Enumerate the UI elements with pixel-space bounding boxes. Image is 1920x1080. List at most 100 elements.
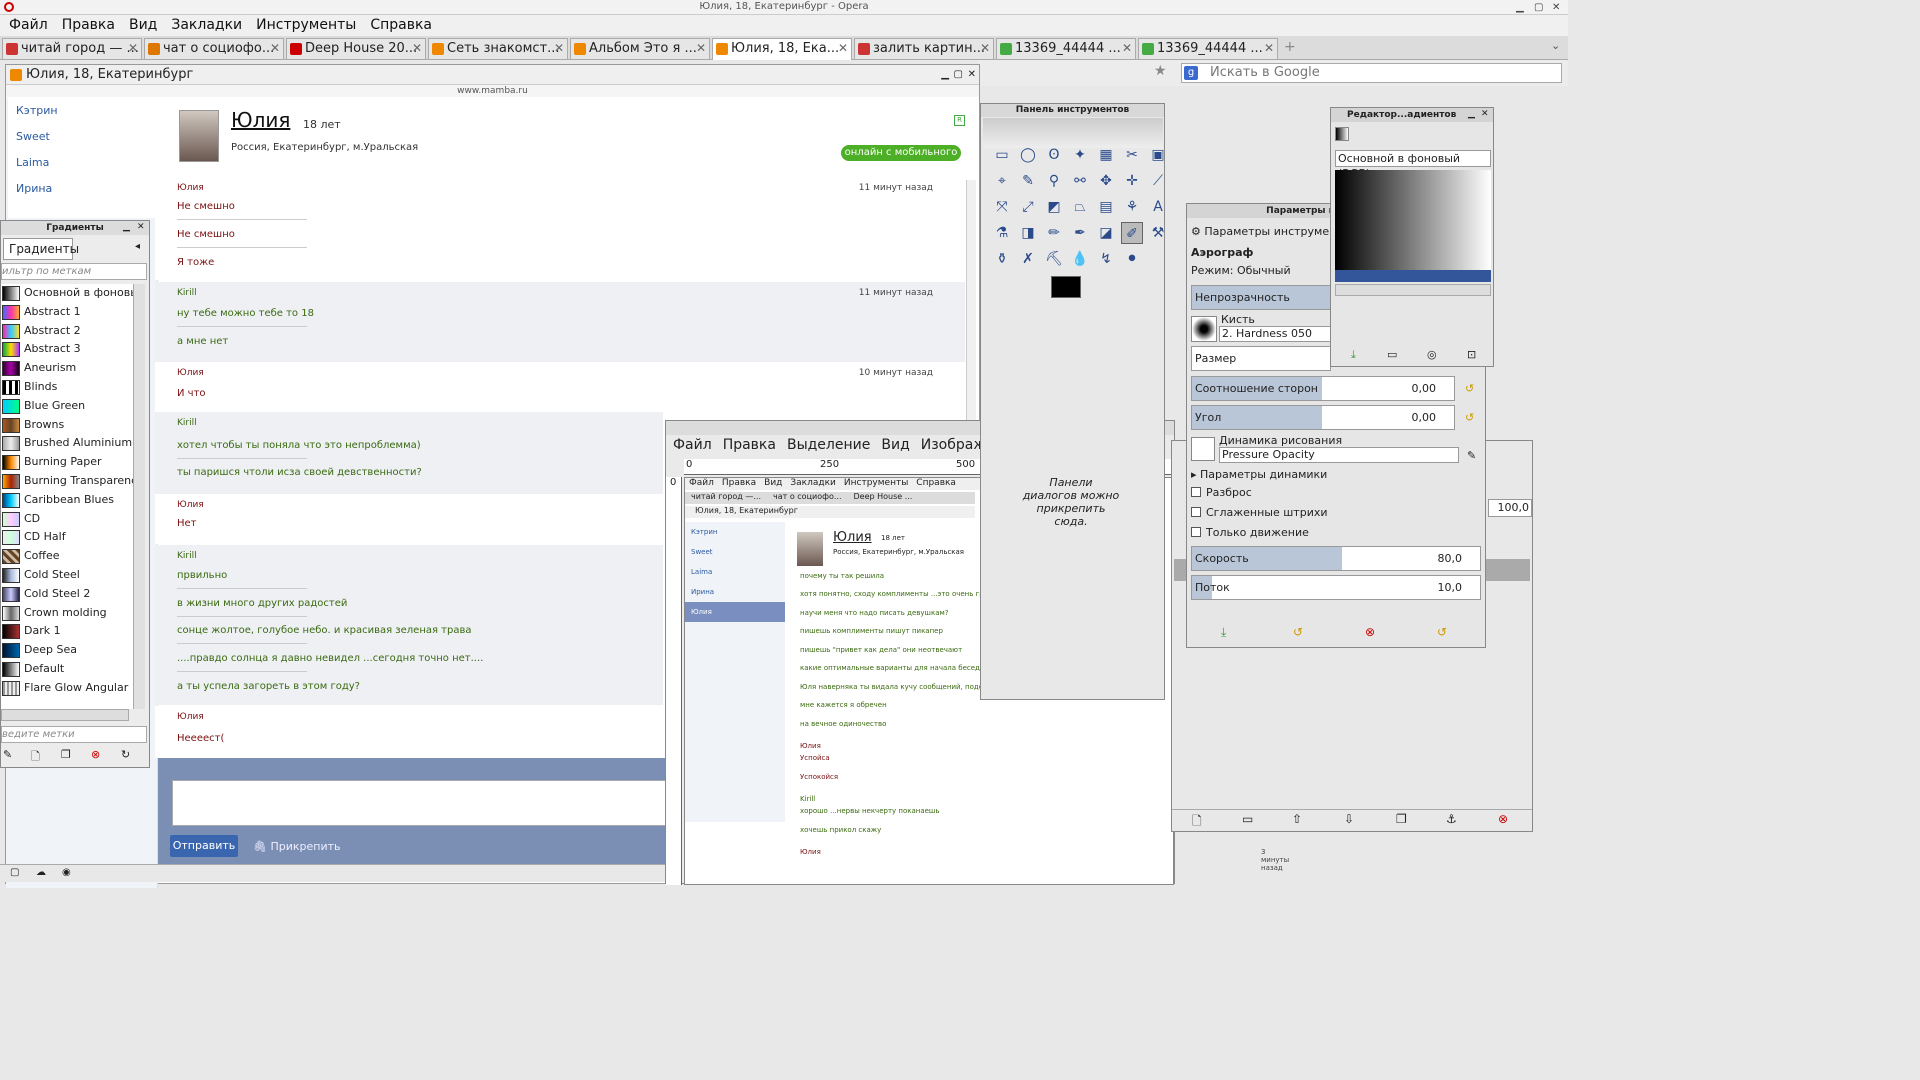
angle-slider[interactable]: Угол 0,00	[1191, 405, 1455, 430]
lower-icon[interactable]: ⇩	[1344, 812, 1354, 826]
menu-view[interactable]: Вид	[120, 15, 162, 33]
message-author[interactable]: Юлия	[177, 712, 204, 722]
gradient-name-input[interactable]: Основной в фоновый (RGB)	[1335, 150, 1491, 180]
color-select-icon[interactable]: ▦	[1095, 144, 1117, 166]
maximize-icon[interactable]: ▢	[1534, 1, 1543, 15]
gradient-item[interactable]: Flare Glow Angular 1	[1, 679, 133, 698]
tab-5[interactable]: Юлия, 18, Ека... ✕	[712, 38, 852, 60]
fuzzy-select-icon[interactable]: ✦	[1069, 144, 1091, 166]
gradient-item[interactable]: Dark 1	[1, 622, 133, 641]
tab-3[interactable]: Сеть знакомст... ✕	[428, 38, 568, 59]
smudge-icon[interactable]: ↯	[1095, 248, 1117, 270]
perspective-clone-icon[interactable]: ⛏	[1043, 248, 1065, 270]
speed-dial-icon[interactable]: ◉	[62, 867, 71, 878]
menu-edit[interactable]: Правка	[53, 15, 120, 33]
tab-8[interactable]: 13369_44444 ... ✕	[1138, 38, 1278, 59]
tab-close-icon[interactable]: ✕	[980, 39, 990, 58]
message-author[interactable]: Kirill	[177, 418, 197, 428]
avatar[interactable]	[179, 110, 219, 162]
panel-icon[interactable]: ▢	[10, 867, 19, 878]
duplicate-icon[interactable]: ❐	[61, 748, 71, 761]
message-author[interactable]: Kirill	[177, 288, 197, 298]
dodge-icon[interactable]: ⚫	[1121, 248, 1143, 270]
tag-filter-input[interactable]: ильтр по меткам	[1, 263, 147, 280]
tab-close-icon[interactable]: ✕	[1264, 39, 1274, 58]
dynamics-icon[interactable]	[1191, 437, 1215, 461]
anchor-icon[interactable]: ⚓	[1446, 812, 1457, 826]
mode-select[interactable]: Обычный	[1237, 264, 1291, 277]
tab-close-icon[interactable]: ✕	[1122, 39, 1132, 58]
tab-6[interactable]: залить картин... ✕	[854, 38, 994, 59]
flow-slider[interactable]: Поток 10,0	[1191, 575, 1481, 600]
checkbox[interactable]	[1191, 507, 1201, 517]
paths-icon[interactable]: ⌖	[991, 170, 1013, 192]
airbrush-icon[interactable]: ✐	[1121, 222, 1143, 244]
gradient-item[interactable]: Abstract 3	[1, 340, 133, 359]
zoom-icon[interactable]: ⚲	[1043, 170, 1065, 192]
gradient-item[interactable]: Coffee	[1, 547, 133, 566]
raise-icon[interactable]: ⇧	[1292, 812, 1302, 826]
pencil-icon[interactable]: ✏	[1043, 222, 1065, 244]
scissors-icon[interactable]: ✂	[1121, 144, 1143, 166]
motion-checkbox[interactable]: Только движение	[1191, 521, 1481, 545]
new-tab-icon[interactable]: +	[1284, 39, 1296, 55]
gradient-item[interactable]: Cold Steel 2	[1, 585, 133, 604]
aspect-ratio-slider[interactable]: Соотношение сторон 0,00	[1191, 376, 1455, 401]
message-author[interactable]: Kirill	[177, 551, 197, 561]
message-author[interactable]: Юлия	[177, 500, 204, 510]
gradient-item[interactable]: Cold Steel	[1, 566, 133, 585]
new-icon[interactable]: 🗋	[31, 748, 40, 767]
zoom-out-icon[interactable]: ⤓	[1351, 348, 1356, 362]
close-icon[interactable]: ✕	[1481, 109, 1489, 119]
duplicate-icon[interactable]: ❐	[1396, 812, 1407, 826]
checkbox[interactable]	[1191, 487, 1201, 497]
minimize-icon[interactable]: ▁	[1468, 109, 1475, 119]
restore-options-icon[interactable]: ↺	[1293, 625, 1303, 639]
dynamics-name[interactable]: Pressure Opacity	[1219, 447, 1459, 463]
opacity-value[interactable]: 100,0	[1488, 499, 1532, 517]
menu-bookmarks[interactable]: Закладки	[162, 15, 247, 33]
checkbox[interactable]	[1191, 527, 1201, 537]
message-author[interactable]: Юлия	[177, 368, 204, 378]
foreground-select-icon[interactable]: ▣	[1147, 144, 1169, 166]
gradient-item[interactable]: Blue Green	[1, 397, 133, 416]
scale-icon[interactable]: ⤢	[1017, 196, 1039, 218]
gradient-item[interactable]: Aneurism	[1, 359, 133, 378]
reset-icon[interactable]: ↺	[1465, 411, 1474, 424]
zoom-icon[interactable]: ▭	[1387, 348, 1397, 361]
tag-input[interactable]: ведите метки	[1, 726, 147, 743]
cage-icon[interactable]: ⚘	[1121, 196, 1143, 218]
gradient-item[interactable]: Deep Sea	[1, 641, 133, 660]
gradient-list-scrollbar[interactable]	[133, 284, 145, 709]
delete-icon[interactable]: ⊗	[1498, 812, 1508, 826]
gradient-item[interactable]: Caribbean Blues	[1, 491, 133, 510]
tab-close-icon[interactable]: ✕	[270, 39, 280, 58]
contact-item[interactable]: Кэтрин	[8, 98, 158, 124]
ink-icon[interactable]: ⚒	[1147, 222, 1169, 244]
tab-close-icon[interactable]: ✕	[696, 39, 706, 58]
perspective-icon[interactable]: ⏢	[1069, 196, 1091, 218]
reset-options-icon[interactable]: ↺	[1437, 625, 1447, 639]
minimize-icon[interactable]: ▁	[941, 65, 949, 85]
tab-close-icon[interactable]: ✕	[128, 39, 138, 58]
gradient-scrollbar[interactable]	[1335, 284, 1491, 296]
blur-icon[interactable]: 💧	[1069, 248, 1091, 270]
edit-icon[interactable]: ✎	[3, 748, 12, 761]
search-input[interactable]: Искать в Google	[1181, 63, 1562, 83]
tab-2[interactable]: Deep House 20... ✕	[286, 38, 426, 59]
save-options-icon[interactable]: ⤓	[1221, 625, 1226, 640]
gradient-stops-bar[interactable]	[1335, 270, 1491, 282]
close-icon[interactable]: ✕	[137, 222, 145, 232]
tab-close-icon[interactable]: ✕	[554, 39, 564, 58]
tab-4[interactable]: Альбом Это я ... ✕	[570, 38, 710, 59]
gradient-item[interactable]: Abstract 2	[1, 322, 133, 341]
tab-close-icon[interactable]: ✕	[412, 39, 422, 58]
lasso-icon[interactable]: ʘ	[1043, 144, 1065, 166]
align-icon[interactable]: ✛	[1121, 170, 1143, 192]
close-icon[interactable]: ✕	[968, 65, 976, 85]
contact-item[interactable]: Ирина	[8, 176, 158, 202]
zoom-in-icon[interactable]: ◎	[1427, 348, 1437, 361]
color-picker-icon[interactable]: ✎	[1017, 170, 1039, 192]
heal-icon[interactable]: ✗	[1017, 248, 1039, 270]
zoom-all-icon[interactable]: ⊡	[1467, 348, 1476, 361]
